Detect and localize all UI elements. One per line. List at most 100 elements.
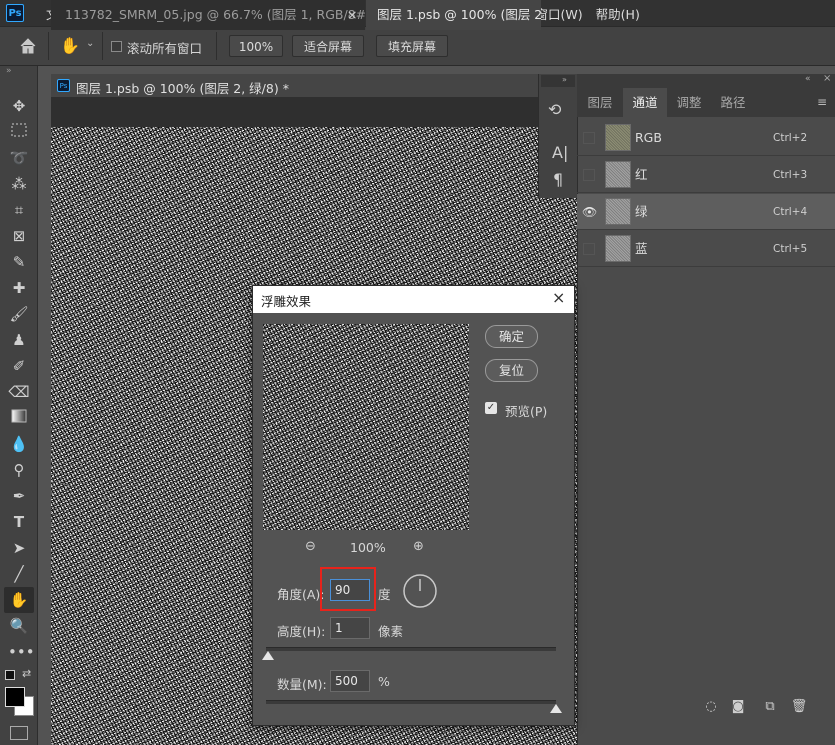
channel-row-red[interactable]: 红 Ctrl+3 bbox=[577, 157, 835, 193]
preview-checkbox[interactable]: ✓ bbox=[485, 402, 497, 414]
delete-channel-icon[interactable]: 🗑 bbox=[790, 698, 808, 716]
channel-shortcut: Ctrl+3 bbox=[773, 169, 808, 181]
history-icon[interactable]: ⟲ bbox=[548, 100, 561, 119]
angle-dial[interactable] bbox=[402, 573, 438, 609]
save-selection-icon[interactable]: ◙ bbox=[729, 698, 747, 716]
preview-zoom-value: 100% bbox=[350, 540, 386, 555]
close-dialog-icon[interactable]: × bbox=[552, 288, 565, 307]
dialog-title: 浮雕效果 bbox=[261, 294, 312, 309]
eraser-tool-icon[interactable]: ⌫ bbox=[8, 381, 30, 403]
path-selection-tool-icon[interactable]: ➤ bbox=[8, 537, 30, 559]
new-channel-icon[interactable]: ⧉ bbox=[761, 698, 779, 716]
line-tool-icon[interactable]: ╱ bbox=[8, 563, 30, 585]
panel-menu-icon[interactable]: ≡ bbox=[817, 95, 827, 109]
scroll-all-checkbox[interactable] bbox=[111, 41, 122, 52]
tab-adjustments[interactable]: 调整 bbox=[668, 88, 710, 117]
height-input[interactable]: 1 bbox=[330, 617, 370, 639]
collapse-icon[interactable]: » bbox=[562, 75, 567, 84]
height-label: 高度(H): bbox=[277, 624, 326, 639]
channel-row-blue[interactable]: 蓝 Ctrl+5 bbox=[577, 231, 835, 267]
healing-brush-tool-icon[interactable]: ✚ bbox=[8, 277, 30, 299]
channel-name: RGB bbox=[635, 130, 662, 145]
eye-icon[interactable]: 👁 bbox=[582, 205, 597, 219]
scroll-all-label: 滚动所有窗口 bbox=[127, 41, 203, 56]
document-ps-icon: Ps bbox=[57, 79, 70, 92]
zoom-100-button[interactable]: 100% bbox=[229, 35, 283, 57]
channel-name: 蓝 bbox=[635, 241, 648, 256]
dodge-tool-icon[interactable]: ⚲ bbox=[8, 459, 30, 481]
channel-shortcut: Ctrl+2 bbox=[773, 132, 808, 144]
pen-tool-icon[interactable]: ✒ bbox=[8, 485, 30, 507]
type-tool-icon[interactable]: T bbox=[8, 511, 30, 533]
gradient-tool-icon[interactable] bbox=[8, 407, 30, 429]
reset-button[interactable]: 复位 bbox=[485, 359, 538, 382]
eyedropper-tool-icon[interactable]: ✎ bbox=[8, 251, 30, 273]
fill-screen-button[interactable]: 填充屏幕 bbox=[376, 35, 448, 57]
channel-thumbnail bbox=[605, 235, 631, 262]
visibility-toggle[interactable] bbox=[583, 243, 595, 255]
load-selection-icon[interactable]: ◌ bbox=[702, 698, 720, 716]
tab-psb-document[interactable]: 图层 1.psb @ 100% (图层 2, 绿 bbox=[366, 0, 541, 30]
zoom-in-icon[interactable]: ⊕ bbox=[413, 539, 424, 554]
panel-header bbox=[577, 74, 835, 88]
amount-slider-track[interactable] bbox=[266, 700, 556, 704]
foreground-color-swatch[interactable] bbox=[5, 687, 25, 707]
close-panel-icon[interactable]: × bbox=[823, 73, 831, 84]
channel-thumbnail bbox=[605, 124, 631, 151]
tab-label: 图层 1.psb @ 100% (图层 2, 绿 bbox=[377, 7, 541, 22]
zoom-tool-icon[interactable]: 🔍 bbox=[8, 615, 30, 637]
close-tab-icon[interactable]: × bbox=[347, 0, 357, 30]
blur-tool-icon[interactable]: 💧 bbox=[8, 433, 30, 455]
options-divider bbox=[216, 32, 217, 60]
character-icon[interactable]: A| bbox=[552, 143, 568, 162]
chevron-down-icon[interactable]: ⌄ bbox=[86, 38, 94, 49]
history-brush-tool-icon[interactable]: ✐ bbox=[8, 355, 30, 377]
angle-unit: 度 bbox=[378, 587, 391, 602]
document-window-title: 图层 1.psb @ 100% (图层 2, 绿/8) * bbox=[76, 81, 289, 96]
frame-tool-icon[interactable]: ⊠ bbox=[8, 225, 30, 247]
visibility-toggle[interactable] bbox=[583, 132, 595, 144]
tab-paths[interactable]: 路径 bbox=[712, 88, 754, 117]
preview-label: 预览(P) bbox=[505, 404, 548, 419]
amount-input[interactable]: 500 bbox=[330, 670, 370, 692]
more-tools-icon[interactable]: ••• bbox=[8, 641, 35, 663]
photoshop-logo: Ps bbox=[6, 4, 24, 22]
document-tab-bar bbox=[51, 97, 541, 127]
options-divider bbox=[48, 32, 49, 60]
hand-tool-icon[interactable]: ✋ bbox=[8, 589, 30, 611]
angle-input[interactable]: 90 bbox=[330, 579, 370, 601]
hand-tool-icon[interactable]: ✋ bbox=[60, 36, 82, 56]
channel-name: 红 bbox=[635, 167, 648, 182]
channel-row-green[interactable]: 👁 绿 Ctrl+4 bbox=[577, 194, 835, 230]
brush-tool-icon[interactable]: 🖌 bbox=[8, 303, 30, 325]
height-slider-thumb[interactable] bbox=[262, 651, 274, 660]
height-slider-track[interactable] bbox=[266, 647, 556, 651]
fit-screen-button[interactable]: 适合屏幕 bbox=[292, 35, 364, 57]
filter-preview[interactable] bbox=[263, 324, 469, 530]
quick-mask-icon[interactable] bbox=[10, 726, 28, 740]
magic-wand-tool-icon[interactable]: ⁂ bbox=[8, 173, 30, 195]
stamp-tool-icon[interactable]: ♟ bbox=[8, 329, 30, 351]
collapse-icon[interactable]: » bbox=[6, 66, 12, 76]
channel-shortcut: Ctrl+5 bbox=[773, 243, 808, 255]
move-tool-icon[interactable]: ✥ bbox=[8, 95, 30, 117]
tab-channels[interactable]: 通道 bbox=[623, 88, 667, 117]
visibility-toggle[interactable] bbox=[583, 169, 595, 181]
zoom-out-icon[interactable]: ⊖ bbox=[305, 539, 316, 554]
amount-slider-thumb[interactable] bbox=[550, 704, 562, 713]
lasso-tool-icon[interactable]: ➰ bbox=[8, 147, 30, 169]
collapse-panel-icon[interactable]: « bbox=[805, 74, 811, 84]
tab-layers[interactable]: 图层 bbox=[579, 88, 621, 117]
home-icon[interactable] bbox=[18, 37, 38, 55]
channel-row-rgb[interactable]: RGB Ctrl+2 bbox=[577, 120, 835, 156]
paragraph-icon[interactable]: ¶ bbox=[553, 170, 563, 189]
crop-tool-icon[interactable]: ⌗ bbox=[8, 199, 30, 221]
menu-item[interactable]: 帮助(H) bbox=[596, 4, 640, 23]
menu-item[interactable]: 窗口(W) bbox=[536, 4, 583, 23]
default-colors-icon[interactable] bbox=[5, 670, 15, 680]
ok-button[interactable]: 确定 bbox=[485, 325, 538, 348]
marquee-tool-icon[interactable] bbox=[8, 121, 30, 143]
amount-label: 数量(M): bbox=[277, 677, 327, 692]
tab-jpg-document[interactable]: 113782_SMRM_05.jpg @ 66.7% (图层 1, RGB/8#… bbox=[51, 0, 365, 30]
swap-colors-icon[interactable]: ⇄ bbox=[22, 667, 31, 680]
